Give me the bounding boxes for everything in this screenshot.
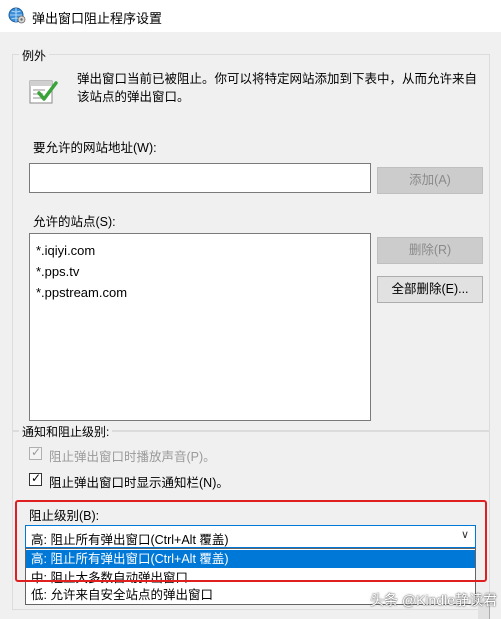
address-label: 要允许的网站地址(W): [33, 141, 157, 155]
dialog-body: 例外 弹出窗口当前已被阻止。你可以将特定网站添加到下表中，从而允许来自该站点的弹… [0, 32, 501, 619]
remove-all-button[interactable]: 全部删除(E)... [377, 276, 483, 303]
show-bar-label: 阻止弹出窗口时显示通知栏(N)。 [49, 476, 229, 490]
exceptions-legend: 例外 [19, 47, 50, 64]
checkmark-icon: ✓ [31, 445, 42, 459]
exceptions-description: 弹出窗口当前已被阻止。你可以将特定网站添加到下表中，从而允许来自该站点的弹出窗口… [77, 72, 478, 104]
watermark: 头条 @Kindle静读君 [370, 592, 498, 608]
shield-check-icon [29, 80, 58, 104]
title-bar: 弹出窗口阻止程序设置 [0, 0, 501, 32]
allowed-sites-list[interactable]: *.iqiyi.com *.pps.tv *.ppstream.com [29, 233, 371, 421]
list-item[interactable]: *.ppstream.com [36, 282, 364, 303]
globe-gear-icon [8, 7, 26, 24]
list-item[interactable]: *.iqiyi.com [36, 240, 364, 261]
address-input[interactable] [29, 163, 371, 193]
play-sound-label: 阻止弹出窗口时播放声音(P)。 [49, 450, 216, 464]
remove-button[interactable]: 删除(R) [377, 237, 483, 264]
play-sound-checkbox[interactable]: ✓ [29, 445, 42, 460]
exceptions-group: 例外 弹出窗口当前已被阻止。你可以将特定网站添加到下表中，从而允许来自该站点的弹… [12, 47, 490, 432]
notify-legend: 通知和阻止级别: [19, 423, 113, 440]
window-title: 弹出窗口阻止程序设置 [32, 11, 163, 26]
list-item[interactable]: *.pps.tv [36, 261, 364, 282]
allowed-sites-label: 允许的站点(S): [33, 215, 116, 229]
show-bar-checkbox[interactable]: ✓ [29, 471, 42, 486]
add-button[interactable]: 添加(A) [377, 167, 483, 194]
checkmark-icon: ✓ [31, 471, 42, 485]
annotation-highlight-box [15, 500, 487, 582]
